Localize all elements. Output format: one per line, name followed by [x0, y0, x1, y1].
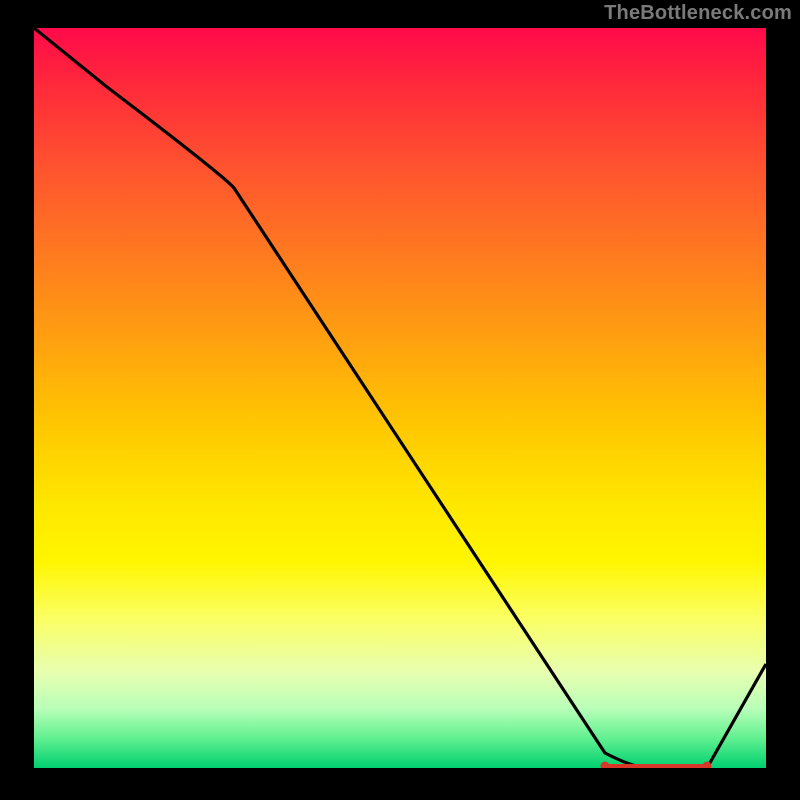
- watermark-text: TheBottleneck.com: [604, 2, 792, 25]
- curve-path: [34, 28, 766, 768]
- marker-start-dot: [601, 762, 610, 769]
- plot-area: [34, 28, 766, 768]
- chart-frame: TheBottleneck.com: [0, 0, 800, 800]
- line-chart-svg: [34, 28, 766, 768]
